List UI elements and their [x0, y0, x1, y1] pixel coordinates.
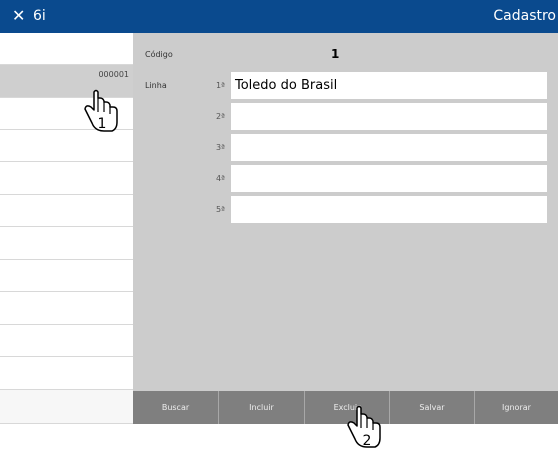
ignorar-button[interactable]: Ignorar	[474, 391, 558, 424]
incluir-button[interactable]: Incluir	[218, 391, 304, 424]
linha-label: Linha	[145, 81, 167, 90]
step-2-label: 2	[363, 433, 372, 449]
line-1-field[interactable]: Toledo do Brasil	[231, 72, 547, 99]
line-ordinal: 2ª	[216, 112, 225, 121]
line-4-field[interactable]	[231, 165, 547, 192]
list-item[interactable]	[0, 357, 133, 390]
codigo-label: Código	[145, 50, 173, 59]
salvar-button[interactable]: Salvar	[389, 391, 474, 424]
line-5-field[interactable]	[231, 196, 547, 223]
line-ordinal: 1ª	[216, 81, 225, 90]
list-item[interactable]	[0, 162, 133, 195]
buscar-button[interactable]: Buscar	[133, 391, 218, 424]
record-code: 000001	[98, 70, 129, 79]
hand-pointer-icon: 2	[347, 405, 381, 449]
close-icon[interactable]: ✕	[12, 7, 25, 25]
line-ordinal: 4ª	[216, 174, 225, 183]
list-item[interactable]	[0, 292, 133, 325]
line-ordinal: 5ª	[216, 205, 225, 214]
codigo-value: 1	[331, 47, 340, 61]
hand-pointer-icon: 1	[84, 89, 118, 132]
list-item[interactable]	[0, 195, 133, 227]
bottom-blank	[0, 424, 558, 459]
module-title: Cadastro	[493, 8, 556, 24]
line-ordinal: 3ª	[216, 143, 225, 152]
list-item[interactable]	[0, 325, 133, 357]
line-3-field[interactable]	[231, 134, 547, 161]
step-1-label: 1	[98, 116, 107, 132]
line-2-field[interactable]	[231, 103, 547, 130]
app-name: 6i	[33, 8, 46, 24]
title-bar: ✕ 6i Cadastro	[0, 0, 558, 33]
list-item[interactable]	[0, 260, 133, 292]
list-item[interactable]	[0, 33, 133, 65]
list-item[interactable]	[0, 390, 133, 424]
form-panel: Código 1 Linha 1ª Toledo do Brasil 2ª 3ª…	[133, 33, 558, 391]
list-item[interactable]	[0, 227, 133, 260]
